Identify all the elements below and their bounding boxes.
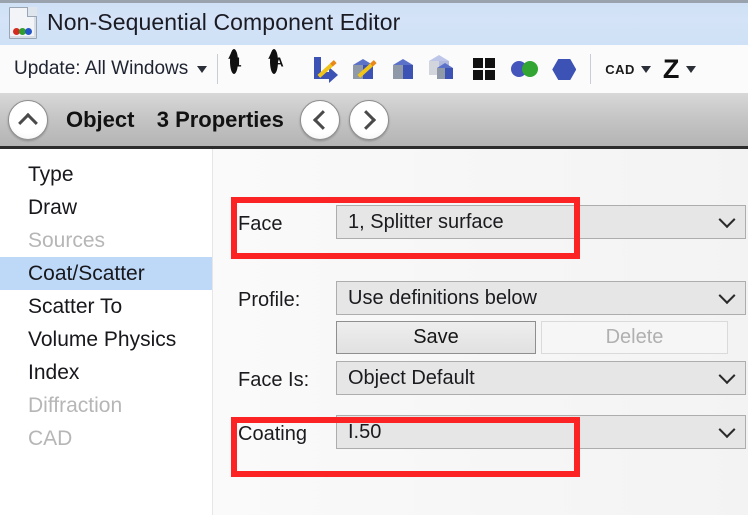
face-is-label: Face Is: [238, 369, 309, 392]
delete-button: Delete [541, 321, 728, 354]
face-is-combobox[interactable]: Object Default [336, 361, 746, 395]
sidebar-item-label: Index [28, 361, 79, 385]
chevron-down-icon [719, 421, 736, 438]
properties-header-bar: Object 3 Properties [0, 93, 748, 149]
coating-label: Coating [238, 423, 307, 446]
cube-copy-icon[interactable] [428, 53, 460, 85]
sidebar-item-label: Diffraction [28, 394, 122, 418]
face-row: Face [238, 207, 282, 241]
coat-scatter-panel: Face 1, Splitter surface Profile: Use de… [213, 149, 748, 515]
coating-value: I.50 [337, 421, 381, 444]
save-button-label: Save [413, 326, 459, 349]
cad-dropdown-button[interactable]: CAD [605, 62, 651, 77]
cube-edit-icon[interactable] [348, 53, 380, 85]
coating-combobox[interactable]: I.50 [336, 415, 746, 449]
page-fold [27, 7, 37, 17]
collapse-panel-button[interactable] [8, 100, 48, 140]
z-label: Z [663, 54, 680, 85]
sidebar-item-label: Sources [28, 229, 105, 253]
sidebar-item-scatter-to[interactable]: Scatter To [0, 290, 212, 323]
chevron-up-icon [18, 112, 38, 132]
grid-layout-icon[interactable] [468, 53, 500, 85]
sidebar-item-label: Volume Physics [28, 328, 176, 352]
cube-icon[interactable] [388, 53, 420, 85]
profile-combobox[interactable]: Use definitions below [336, 281, 746, 315]
sidebar-item-label: CAD [28, 427, 72, 451]
chevron-down-icon [719, 287, 736, 304]
page-title: Object 3 Properties [66, 107, 284, 133]
coating-row: Coating [238, 417, 307, 451]
sidebar-item-index[interactable]: Index [0, 356, 212, 389]
face-is-value: Object Default [337, 367, 475, 390]
hexagon-icon[interactable] [548, 53, 580, 85]
face-is-row: Face Is: [238, 363, 309, 397]
update-all-windows-label: Update: All Windows [14, 58, 188, 80]
toolbar-separator-1 [217, 54, 218, 84]
title-bar-top-edge [0, 0, 748, 3]
profile-value: Use definitions below [337, 287, 537, 310]
chevron-down-icon [197, 66, 207, 73]
properties-body: Type Draw Sources Coat/Scatter Scatter T… [0, 149, 748, 515]
face-combobox[interactable]: 1, Splitter surface [336, 205, 746, 239]
window-title-bar: Non-Sequential Component Editor [0, 0, 748, 46]
z-dropdown-button[interactable]: Z [663, 54, 697, 85]
chevron-down-icon [719, 211, 736, 228]
window-title: Non-Sequential Component Editor [47, 9, 400, 36]
chevron-left-icon [313, 110, 333, 130]
next-object-button[interactable] [349, 100, 389, 140]
sidebar-item-volume-physics[interactable]: Volume Physics [0, 323, 212, 356]
chevron-down-icon [641, 66, 651, 73]
sidebar-item-cad: CAD [0, 422, 212, 455]
non-sequential-component-editor-window: Non-Sequential Component Editor Update: … [0, 0, 748, 515]
refresh-all-icon[interactable]: A [268, 53, 300, 85]
previous-object-button[interactable] [300, 100, 340, 140]
sidebar-item-label: Scatter To [28, 295, 122, 319]
sidebar-item-label: Type [28, 163, 74, 187]
profile-row: Profile: [238, 283, 300, 317]
sidebar-item-label: Coat/Scatter [28, 262, 145, 286]
chevron-right-icon [356, 110, 376, 130]
sidebar-item-sources: Sources [0, 224, 212, 257]
refresh-1-icon[interactable]: 1 [228, 53, 260, 85]
cad-label: CAD [605, 62, 635, 77]
update-all-windows-button[interactable]: Update: All Windows [14, 58, 207, 80]
chevron-down-icon [719, 367, 736, 384]
sidebar-item-coat-scatter[interactable]: Coat/Scatter [0, 257, 212, 290]
main-toolbar: Update: All Windows 1 A [0, 45, 748, 94]
profile-label: Profile: [238, 289, 300, 312]
face-label: Face [238, 213, 282, 236]
edit-draw-icon[interactable] [308, 53, 340, 85]
save-button[interactable]: Save [336, 321, 536, 354]
sidebar-item-label: Draw [28, 196, 77, 220]
properties-sidebar: Type Draw Sources Coat/Scatter Scatter T… [0, 149, 213, 515]
toolbar-separator-2 [590, 54, 591, 84]
page-title-object: Object [66, 107, 134, 132]
blue-dot [25, 28, 32, 35]
sidebar-item-type[interactable]: Type [0, 158, 212, 191]
two-circles-icon[interactable] [508, 53, 540, 85]
face-value: 1, Splitter surface [337, 211, 504, 234]
chevron-down-icon [686, 66, 696, 73]
delete-button-label: Delete [606, 326, 664, 349]
document-color-dots-icon [9, 7, 37, 39]
page-title-properties: 3 Properties [157, 107, 284, 132]
sidebar-item-diffraction: Diffraction [0, 389, 212, 422]
properties-nav-group [300, 100, 389, 140]
sidebar-item-draw[interactable]: Draw [0, 191, 212, 224]
toolbar-icon-group: 1 A [228, 53, 580, 85]
